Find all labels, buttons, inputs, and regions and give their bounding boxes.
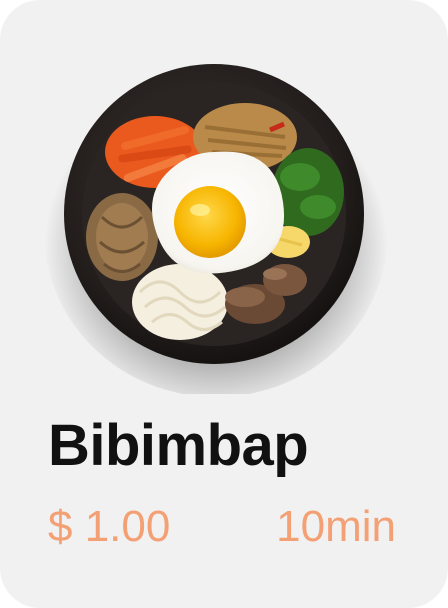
- cook-time: 10min: [276, 502, 396, 551]
- fried-egg: [152, 151, 285, 274]
- dish-price: $ 1.00: [48, 502, 171, 551]
- dish-title: Bibimbap: [48, 413, 309, 478]
- egg-yolk: [174, 186, 246, 258]
- bowl-illustration: [44, 64, 388, 394]
- enoki-topping: [86, 193, 158, 281]
- noodles-topping: [132, 264, 228, 340]
- food-card[interactable]: Bibimbap $ 1.00 10min: [0, 0, 448, 608]
- bibimbap-bowl-image: [40, 42, 392, 394]
